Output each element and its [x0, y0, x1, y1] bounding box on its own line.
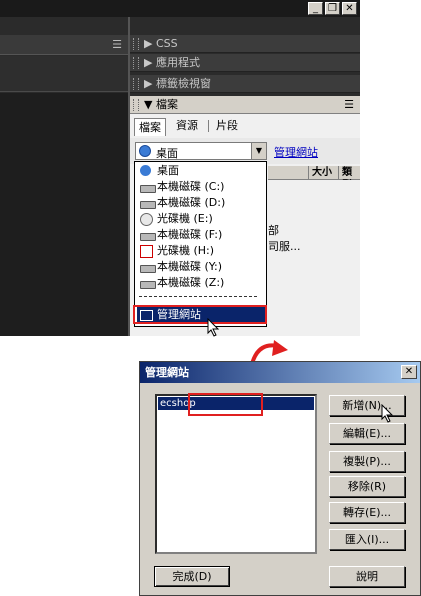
desktop-icon	[140, 165, 151, 176]
dropdown-item-label: 本機磁碟 (Y:)	[157, 260, 223, 273]
hard-drive-icon	[140, 185, 156, 193]
panel-tag-inspector[interactable]: ▶ 標籤檢視窗	[130, 75, 360, 93]
dropdown-item-label: 本機磁碟 (F:)	[157, 228, 223, 241]
file-list-text: 部	[268, 224, 279, 237]
export-site-button[interactable]: 轉存(E)...	[329, 502, 405, 523]
site-dropdown: 桌面 本機磁碟 (C:) 本機磁碟 (D:) 光碟機 (E:) 本機磁碟 (F:…	[134, 161, 267, 327]
dialog-title-bar: 管理網站 ✕	[140, 362, 420, 383]
collapse-arrow-icon: ▼	[144, 98, 156, 111]
edit-site-button[interactable]: 編輯(E)...	[329, 423, 405, 444]
dropdown-item-drive-f[interactable]: 本機磁碟 (F:)	[137, 227, 265, 243]
panel-files-label: 檔案	[155, 98, 178, 111]
dropdown-separator	[139, 296, 257, 297]
dropdown-item-label: 桌面	[157, 164, 179, 177]
dropdown-item-desktop[interactable]: 桌面	[137, 163, 265, 179]
file-list-text: 司服...	[268, 240, 301, 253]
document-area	[0, 93, 128, 336]
removable-drive-icon	[140, 245, 153, 258]
dropdown-item-label: 本機磁碟 (C:)	[157, 180, 225, 193]
dropdown-item-drive-y[interactable]: 本機磁碟 (Y:)	[137, 259, 265, 275]
remove-site-button[interactable]: 移除(R)	[329, 476, 405, 497]
title-bar: _ ❐ ✕	[0, 0, 360, 17]
manage-sites-dialog: 管理網站 ✕ ecshop 新增(N)... 編輯(E)... 複製(P)...…	[139, 361, 421, 596]
dropdown-item-drive-d[interactable]: 本機磁碟 (D:)	[137, 195, 265, 211]
close-icon[interactable]: ✕	[342, 2, 357, 15]
panel-options-icon[interactable]: ☰	[344, 96, 354, 113]
dropdown-item-drive-c[interactable]: 本機磁碟 (C:)	[137, 179, 265, 195]
duplicate-site-button[interactable]: 複製(P)...	[329, 451, 405, 472]
panel-css[interactable]: ▶ CSS	[130, 35, 360, 53]
document-toolbar	[0, 56, 128, 92]
manage-sites-link[interactable]: 管理網站	[274, 144, 318, 160]
help-button[interactable]: 說明	[329, 566, 405, 587]
import-site-button[interactable]: 匯入(I)...	[329, 529, 405, 550]
cd-drive-icon	[140, 213, 153, 226]
tab-files[interactable]: 檔案	[134, 118, 166, 136]
desktop-icon	[139, 145, 151, 157]
panel-files[interactable]: ▼ 檔案 ☰	[130, 96, 360, 114]
expand-arrow-icon: ▶	[144, 37, 156, 50]
dropdown-item-label: 本機磁碟 (Z:)	[157, 276, 225, 289]
dropdown-item-label: 光碟機 (E:)	[157, 212, 213, 225]
highlight-box	[133, 305, 267, 324]
highlight-box	[188, 393, 263, 416]
dropdown-item-drive-h[interactable]: 光碟機 (H:)	[137, 243, 265, 259]
done-button[interactable]: 完成(D)	[154, 566, 230, 587]
column-size[interactable]: 大小	[308, 166, 336, 180]
expand-arrow-icon: ▶	[144, 56, 156, 69]
dropdown-item-drive-z[interactable]: 本機磁碟 (Z:)	[137, 275, 265, 291]
expand-arrow-icon: ▶	[144, 77, 156, 90]
mouse-pointer-icon	[207, 318, 220, 337]
panel-options-icon[interactable]: ☰	[112, 38, 122, 51]
dropdown-item-label: 本機磁碟 (D:)	[157, 196, 226, 209]
panel-app-label: 應用程式	[155, 56, 200, 69]
dialog-title: 管理網站	[145, 366, 189, 379]
chevron-down-icon[interactable]: ▼	[251, 143, 266, 159]
tab-snippets[interactable]: 片段	[212, 117, 242, 135]
site-select-value: 桌面	[156, 147, 178, 160]
hard-drive-icon	[140, 233, 156, 241]
restore-icon[interactable]: ❐	[325, 2, 340, 15]
hard-drive-icon	[140, 201, 156, 209]
close-icon[interactable]: ✕	[401, 365, 417, 379]
tab-assets[interactable]: 資源	[172, 117, 202, 135]
hard-drive-icon	[140, 265, 156, 273]
panel-tag-inspector-label: 標籤檢視窗	[155, 77, 211, 90]
site-list[interactable]: ecshop	[155, 394, 317, 554]
dropdown-item-label: 光碟機 (H:)	[157, 244, 215, 257]
site-select[interactable]: 桌面 ▼	[135, 142, 267, 160]
document-panel-header: ☰	[0, 35, 128, 55]
dropdown-item-drive-e[interactable]: 光碟機 (E:)	[137, 211, 265, 227]
file-columns-header: 大小 類型	[268, 166, 360, 180]
panel-app[interactable]: ▶ 應用程式	[130, 54, 360, 72]
panel-css-label: CSS	[155, 37, 178, 50]
hard-drive-icon	[140, 281, 156, 289]
column-type[interactable]: 類型	[338, 166, 360, 180]
tab-divider	[208, 120, 209, 132]
mouse-pointer-icon	[381, 404, 394, 423]
minimize-icon[interactable]: _	[308, 2, 323, 15]
